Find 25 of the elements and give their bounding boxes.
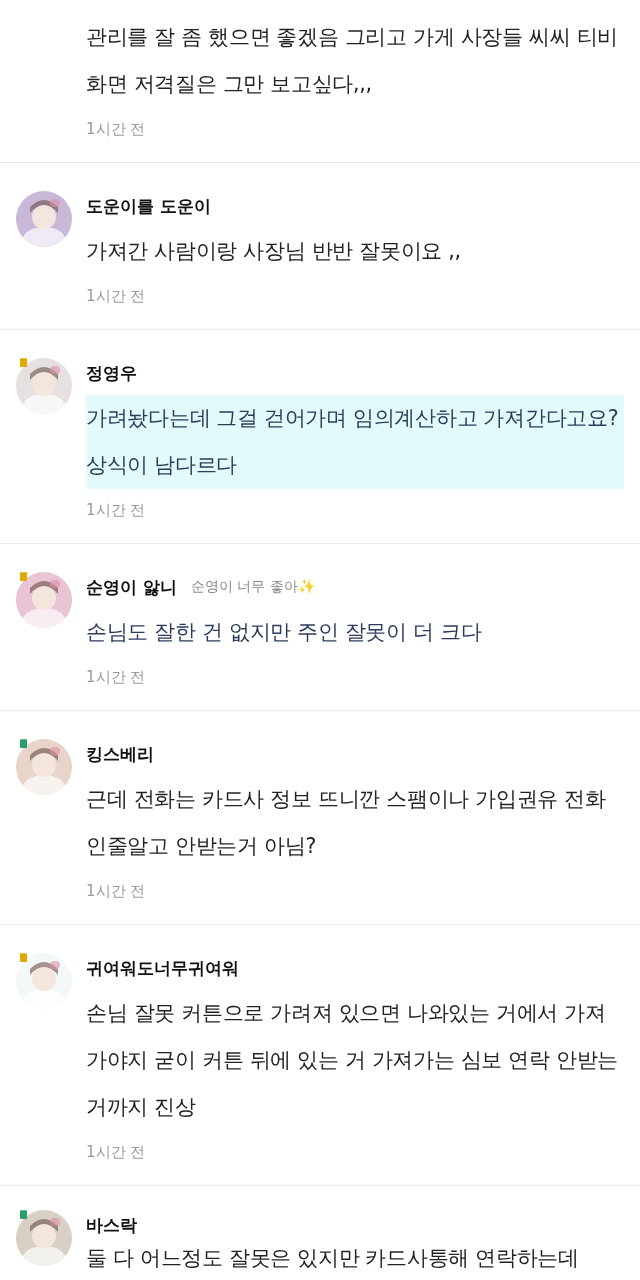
author-name[interactable]: 정영우 [86, 361, 137, 385]
author-name[interactable]: 귀여워도너무귀여워 [86, 956, 239, 980]
timestamp: 1시간 전 [86, 286, 147, 307]
author-name[interactable]: 도운이를 도운이 [86, 194, 211, 218]
author-nickname: 순영이 너무 좋아✨ [190, 578, 315, 596]
level-badge-icon [20, 953, 27, 962]
level-badge-icon [20, 572, 27, 581]
comment-text: 손님 잘못 커튼으로 가려져 있으면 나와있는 거에서 가져가야지 굳이 커튼 뒤에 있는 거 가져가는 심보 연락 안받는 거까지 진상 [86, 1000, 620, 1121]
comment-text: 둘 다 어느정도 잘못은 있지만 카드사통해 연락하는데 [86, 1245, 580, 1272]
author-name[interactable]: 바스락 [86, 1213, 137, 1237]
comment-text: 근데 전화는 카드사 정보 뜨니깐 스팸이나 가입권유 전화 인줄알고 안받는거 아님? [86, 786, 607, 860]
level-badge-icon [20, 739, 27, 748]
level-badge-icon [20, 1210, 27, 1219]
timestamp: 1시간 전 [86, 119, 147, 140]
comment-text: 가져간 사람이랑 사장님 반반 잘못이요 ,, [86, 238, 462, 265]
level-badge-icon [20, 358, 27, 367]
timestamp: 1시간 전 [86, 881, 147, 902]
timestamp: 1시간 전 [86, 667, 147, 688]
comment-text: 관리를 잘 좀 했으면 좋겠음 그리고 가게 사장들 씨씨 티비 화면 저격질은 그만 보고싶다,,, [86, 24, 620, 98]
comment-text: 가려놨다는데 그걸 걷어가며 임의계산하고 가져간다고요? 상식이 남다르다 [86, 395, 624, 489]
comment-text: 손님도 잘한 건 없지만 주인 잘못이 더 크다 [86, 619, 483, 646]
timestamp: 1시간 전 [86, 1142, 147, 1163]
author-name[interactable]: 킹스베리 [86, 742, 154, 766]
author-name[interactable]: 순영이 앓니 [86, 575, 177, 599]
timestamp: 1시간 전 [86, 500, 147, 521]
